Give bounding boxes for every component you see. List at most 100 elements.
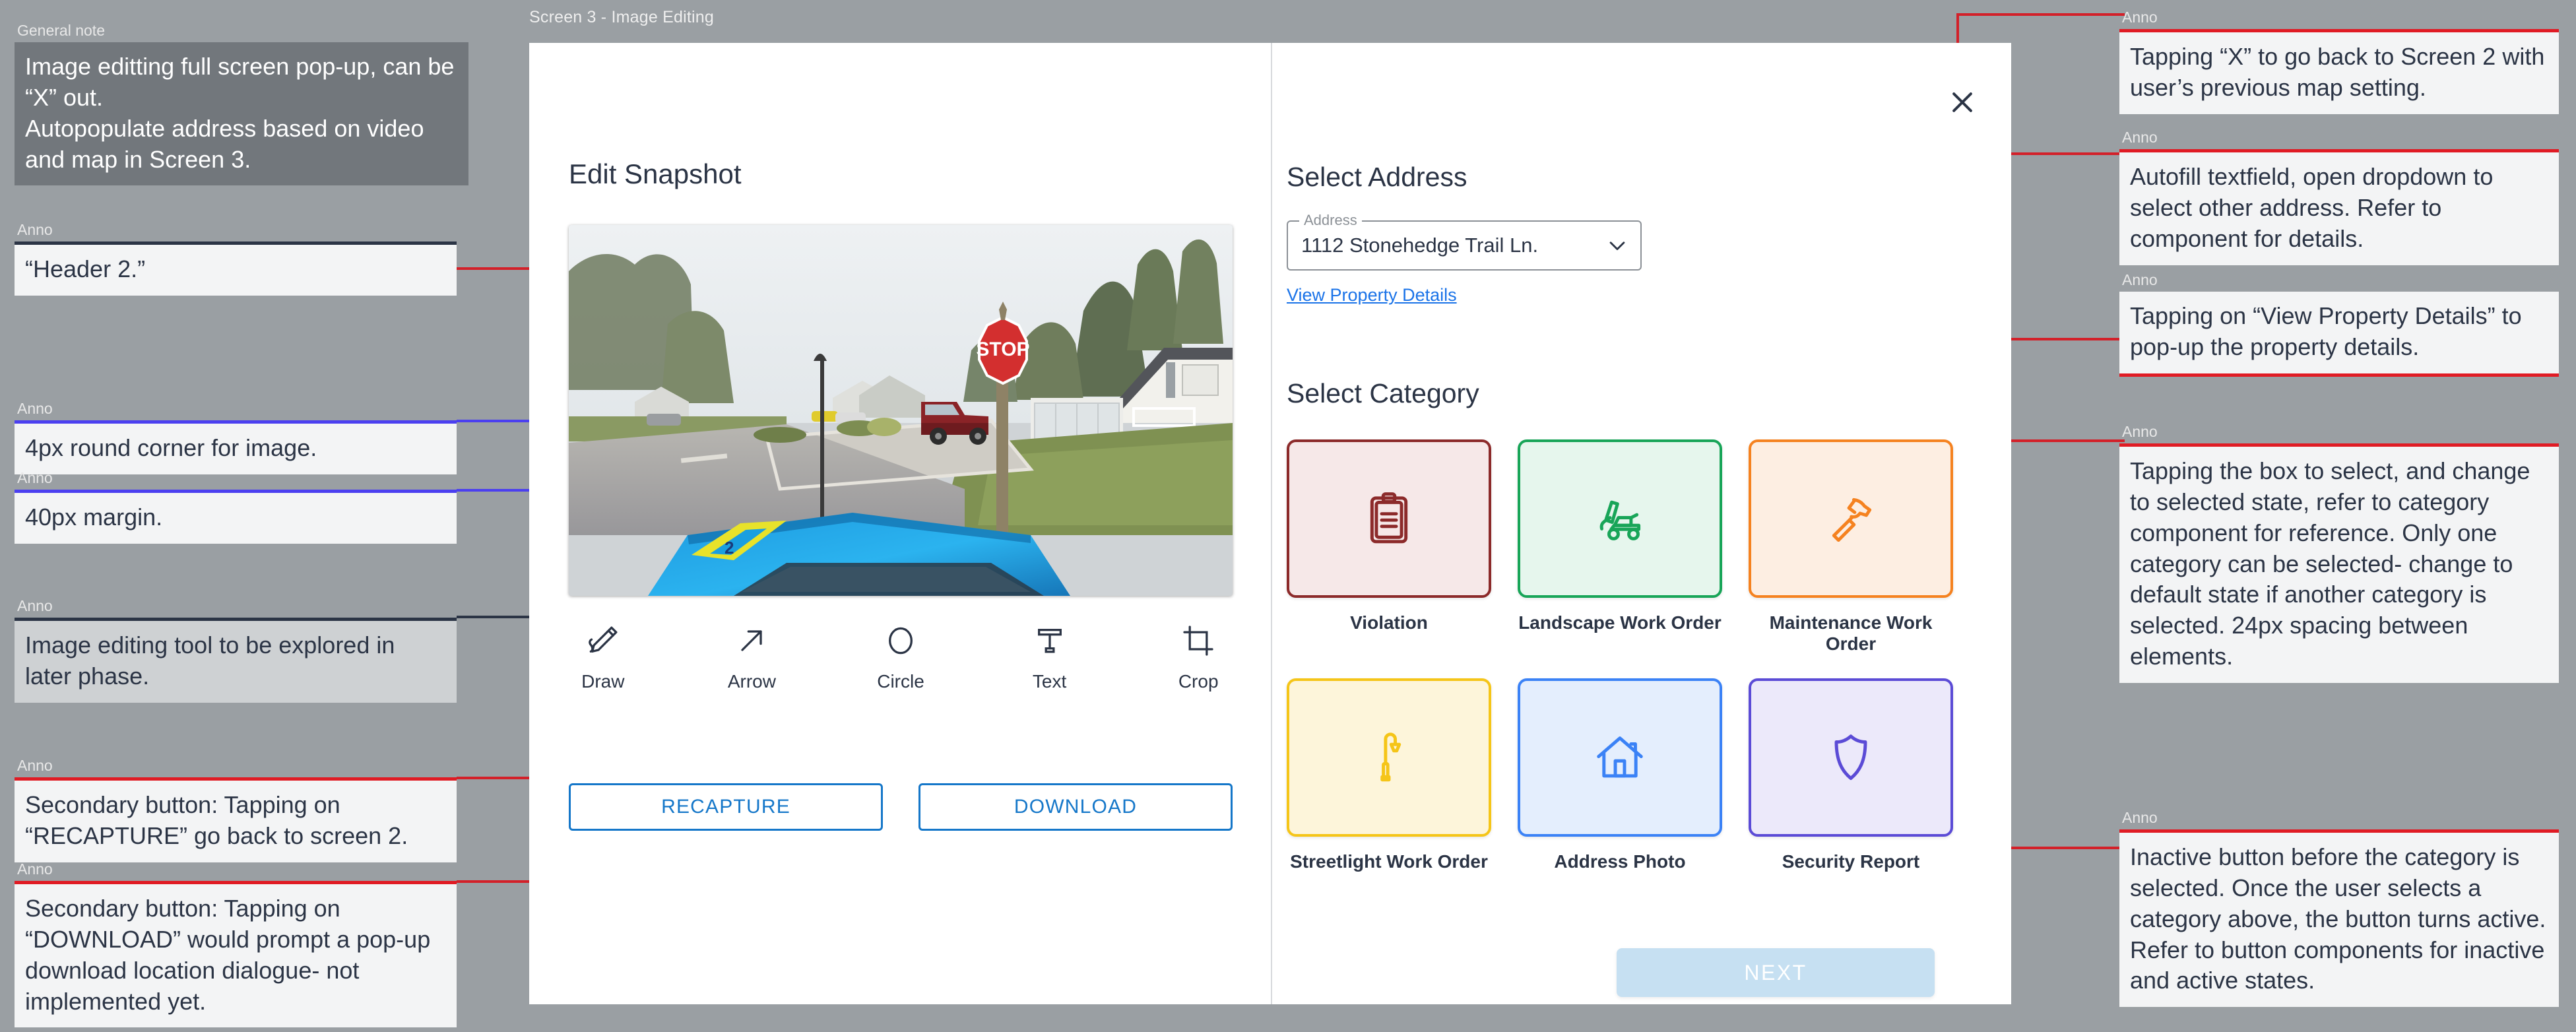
category-box-streetlight[interactable]: [1287, 678, 1491, 837]
annotation-label: Anno: [2122, 809, 2158, 826]
category-box-security[interactable]: [1749, 678, 1953, 837]
annotation-label: Anno: [2122, 271, 2158, 288]
annotation-editing-tools: Anno Image editing tool to be explored i…: [15, 597, 457, 703]
tool-label-arrow: Arrow: [727, 671, 776, 692]
annotation-label: General note: [17, 22, 105, 39]
tool-arrow[interactable]: Arrow: [718, 622, 787, 692]
category-box-landscape[interactable]: [1518, 439, 1722, 598]
annotation-text: 4px round corner for image.: [15, 420, 457, 475]
lawnmower-icon: [1599, 500, 1641, 540]
tool-label-text: Text: [1032, 671, 1067, 692]
tool-label-circle: Circle: [877, 671, 924, 692]
snapshot-action-buttons: RECAPTURE DOWNLOAD: [569, 783, 1233, 831]
annotation-label: Anno: [17, 757, 53, 774]
close-x-icon: [1952, 92, 1972, 112]
annotation-next-button: Anno Inactive button before the category…: [2119, 809, 2559, 1008]
category-label-streetlight: Streetlight Work Order: [1290, 851, 1488, 872]
annotation-header2: Anno “Header 2.”: [15, 221, 457, 296]
svg-text:2: 2: [724, 538, 734, 558]
tool-draw[interactable]: Draw: [569, 622, 637, 692]
annotation-text: Image editing tool to be explored in lat…: [15, 618, 457, 703]
annotation-image-margin: Anno 40px margin.: [15, 469, 457, 544]
shield-icon: [1834, 734, 1867, 781]
clipboard-icon: [1370, 492, 1408, 544]
house-icon: [1597, 736, 1643, 778]
annotation-text: “Header 2.”: [15, 242, 457, 296]
annotation-label: Anno: [17, 221, 53, 238]
annotation-text: Secondary button: Tapping on “DOWNLOAD” …: [15, 881, 457, 1028]
hammer-icon: [1832, 498, 1872, 542]
download-button[interactable]: DOWNLOAD: [918, 783, 1233, 831]
annotation-label: Anno: [2122, 129, 2158, 146]
annotation-text: Tapping on “View Property Details” to po…: [2119, 292, 2559, 377]
select-category-heading: Select Category: [1287, 378, 1479, 408]
category-maintenance-work-order[interactable]: Maintenance Work Order: [1749, 439, 1953, 655]
tool-label-draw: Draw: [581, 671, 625, 692]
tool-label-crop: Crop: [1178, 671, 1219, 692]
tool-crop[interactable]: Crop: [1164, 622, 1233, 692]
select-address-heading: Select Address: [1287, 162, 1467, 192]
chevron-down-icon: [1609, 242, 1625, 251]
annotation-label: Anno: [2122, 423, 2158, 440]
category-label-security: Security Report: [1782, 851, 1920, 872]
annotation-property-details: Anno Tapping on “View Property Details” …: [2119, 271, 2559, 377]
annotation-text: Tapping the box to select, and change to…: [2119, 443, 2559, 683]
image-editing-popup: Edit Snapshot STOP 2 Draw Arrow Circle T…: [529, 43, 2011, 1004]
category-violation[interactable]: Violation: [1287, 439, 1491, 655]
annotation-text: 40px margin.: [15, 490, 457, 544]
annotation-label: Anno: [17, 469, 53, 486]
annotation-category-box: Anno Tapping the box to select, and chan…: [2119, 423, 2559, 683]
annotation-text: Autofill textfield, open dropdown to sel…: [2119, 149, 2559, 265]
address-field-value: 1112 Stonehedge Trail Ln.: [1301, 234, 1539, 257]
tool-circle[interactable]: Circle: [866, 622, 935, 692]
close-button[interactable]: [1948, 88, 1977, 117]
screen-title: Screen 3 - Image Editing: [529, 8, 714, 26]
annotation-label: Anno: [2122, 9, 2158, 26]
annotation-recapture: Anno Secondary button: Tapping on “RECAP…: [15, 757, 457, 862]
category-box-maintenance[interactable]: [1749, 439, 1953, 598]
category-box-address-photo[interactable]: [1518, 678, 1722, 837]
leader-line-close: [1956, 13, 2125, 16]
category-label-address-photo: Address Photo: [1554, 851, 1686, 872]
category-box-violation[interactable]: [1287, 439, 1491, 598]
category-address-photo[interactable]: Address Photo: [1518, 678, 1722, 872]
snapshot-image: STOP 2: [569, 225, 1233, 596]
image-editing-toolbar[interactable]: Draw Arrow Circle Text Crop: [569, 622, 1233, 692]
annotation-label: Anno: [17, 400, 53, 417]
arrow-up-right-icon: [741, 630, 763, 651]
annotation-address-field: Anno Autofill textfield, open dropdown t…: [2119, 129, 2559, 265]
address-field-legend: Address: [1299, 212, 1362, 229]
form-pane: Select Address Address 1112 Stonehedge T…: [1272, 43, 2011, 1004]
select-category-section: Select Category Violation Landscape Work…: [1287, 378, 1953, 872]
select-address-section: Select Address Address 1112 Stonehedge T…: [1287, 162, 1642, 306]
annotation-text: Secondary button: Tapping on “RECAPTURE”…: [15, 777, 457, 862]
edit-snapshot-pane: Edit Snapshot STOP 2 Draw Arrow Circle T…: [529, 43, 1271, 1004]
screenshot-root: Screen 3 - Image Editing Edit Snapshot S…: [0, 0, 2576, 1032]
annotation-text: Inactive button before the category is s…: [2119, 829, 2559, 1008]
annotation-text: Image editting full screen pop-up, can b…: [15, 42, 468, 186]
text-t-icon: [1037, 629, 1062, 653]
crop-icon: [1183, 626, 1213, 656]
next-button[interactable]: NEXT: [1617, 948, 1935, 997]
category-grid: Violation Landscape Work Order Maintenan…: [1287, 439, 1953, 872]
annotation-close-x: Anno Tapping “X” to go back to Screen 2 …: [2119, 9, 2559, 114]
annotation-image-radius: Anno 4px round corner for image.: [15, 400, 457, 475]
pencil-draw-icon: [588, 626, 618, 653]
category-landscape-work-order[interactable]: Landscape Work Order: [1518, 439, 1722, 655]
category-label-landscape: Landscape Work Order: [1518, 612, 1722, 633]
address-select[interactable]: Address 1112 Stonehedge Trail Ln.: [1287, 212, 1642, 271]
view-property-details-link[interactable]: View Property Details: [1287, 285, 1457, 306]
street-photo-illustration: STOP 2: [569, 225, 1233, 596]
annotation-general-note: General note Image editting full screen …: [15, 22, 468, 186]
recapture-button[interactable]: RECAPTURE: [569, 783, 883, 831]
category-label-violation: Violation: [1350, 612, 1428, 633]
category-label-maintenance: Maintenance Work Order: [1769, 612, 1933, 654]
annotation-label: Anno: [17, 860, 53, 878]
streetlight-icon: [1380, 732, 1401, 782]
category-security-report[interactable]: Security Report: [1749, 678, 1953, 872]
tool-text[interactable]: Text: [1015, 622, 1084, 692]
circle-outline-icon: [889, 627, 913, 655]
annotation-download: Anno Secondary button: Tapping on “DOWNL…: [15, 860, 457, 1028]
category-streetlight-work-order[interactable]: Streetlight Work Order: [1287, 678, 1491, 872]
svg-text:STOP: STOP: [976, 339, 1029, 360]
